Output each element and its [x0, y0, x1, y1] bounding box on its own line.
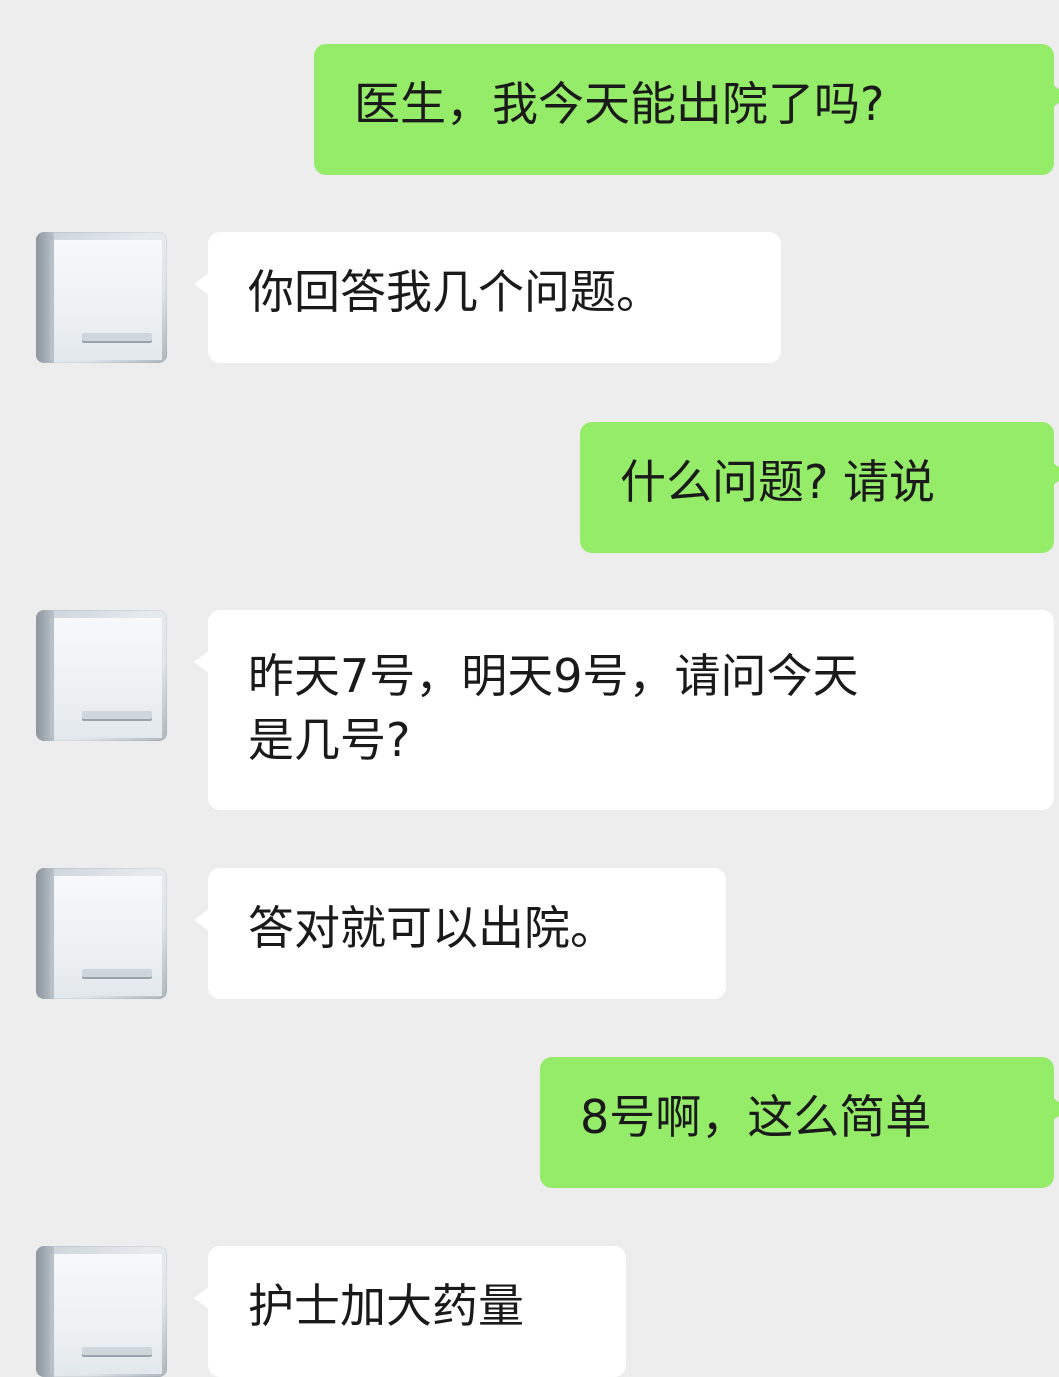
- avatar-image-part: [82, 333, 152, 341]
- avatar-image-part: [82, 969, 152, 977]
- contact-avatar[interactable]: [36, 232, 167, 363]
- contact-avatar[interactable]: [36, 610, 167, 741]
- message-bubble-received[interactable]: 昨天7号，明天9号，请问今天 是几号?: [194, 610, 1054, 810]
- avatar-image-part: [82, 1347, 152, 1355]
- chat-window: 医生，我今天能出院了吗? 你回答我几个问题。 什么问题? 请说 昨天7号，明天9…: [0, 0, 1059, 1377]
- message-bubble-sent[interactable]: 什么问题? 请说: [580, 422, 1059, 553]
- message-bubble-sent[interactable]: 医生，我今天能出院了吗?: [314, 44, 1059, 175]
- message-bubble-sent[interactable]: 8号啊，这么简单: [540, 1057, 1059, 1188]
- avatar-image-part: [50, 240, 162, 360]
- avatar-image-part: [82, 711, 152, 719]
- message-bubble-received[interactable]: 你回答我几个问题。: [194, 232, 781, 363]
- avatar-image-part: [50, 618, 162, 738]
- message-bubble-received[interactable]: 答对就可以出院。: [194, 868, 726, 999]
- contact-avatar[interactable]: [36, 868, 167, 999]
- avatar-image-part: [50, 1254, 162, 1374]
- contact-avatar[interactable]: [36, 1246, 167, 1377]
- avatar-image-part: [50, 876, 162, 996]
- message-bubble-received[interactable]: 护士加大药量: [194, 1246, 626, 1377]
